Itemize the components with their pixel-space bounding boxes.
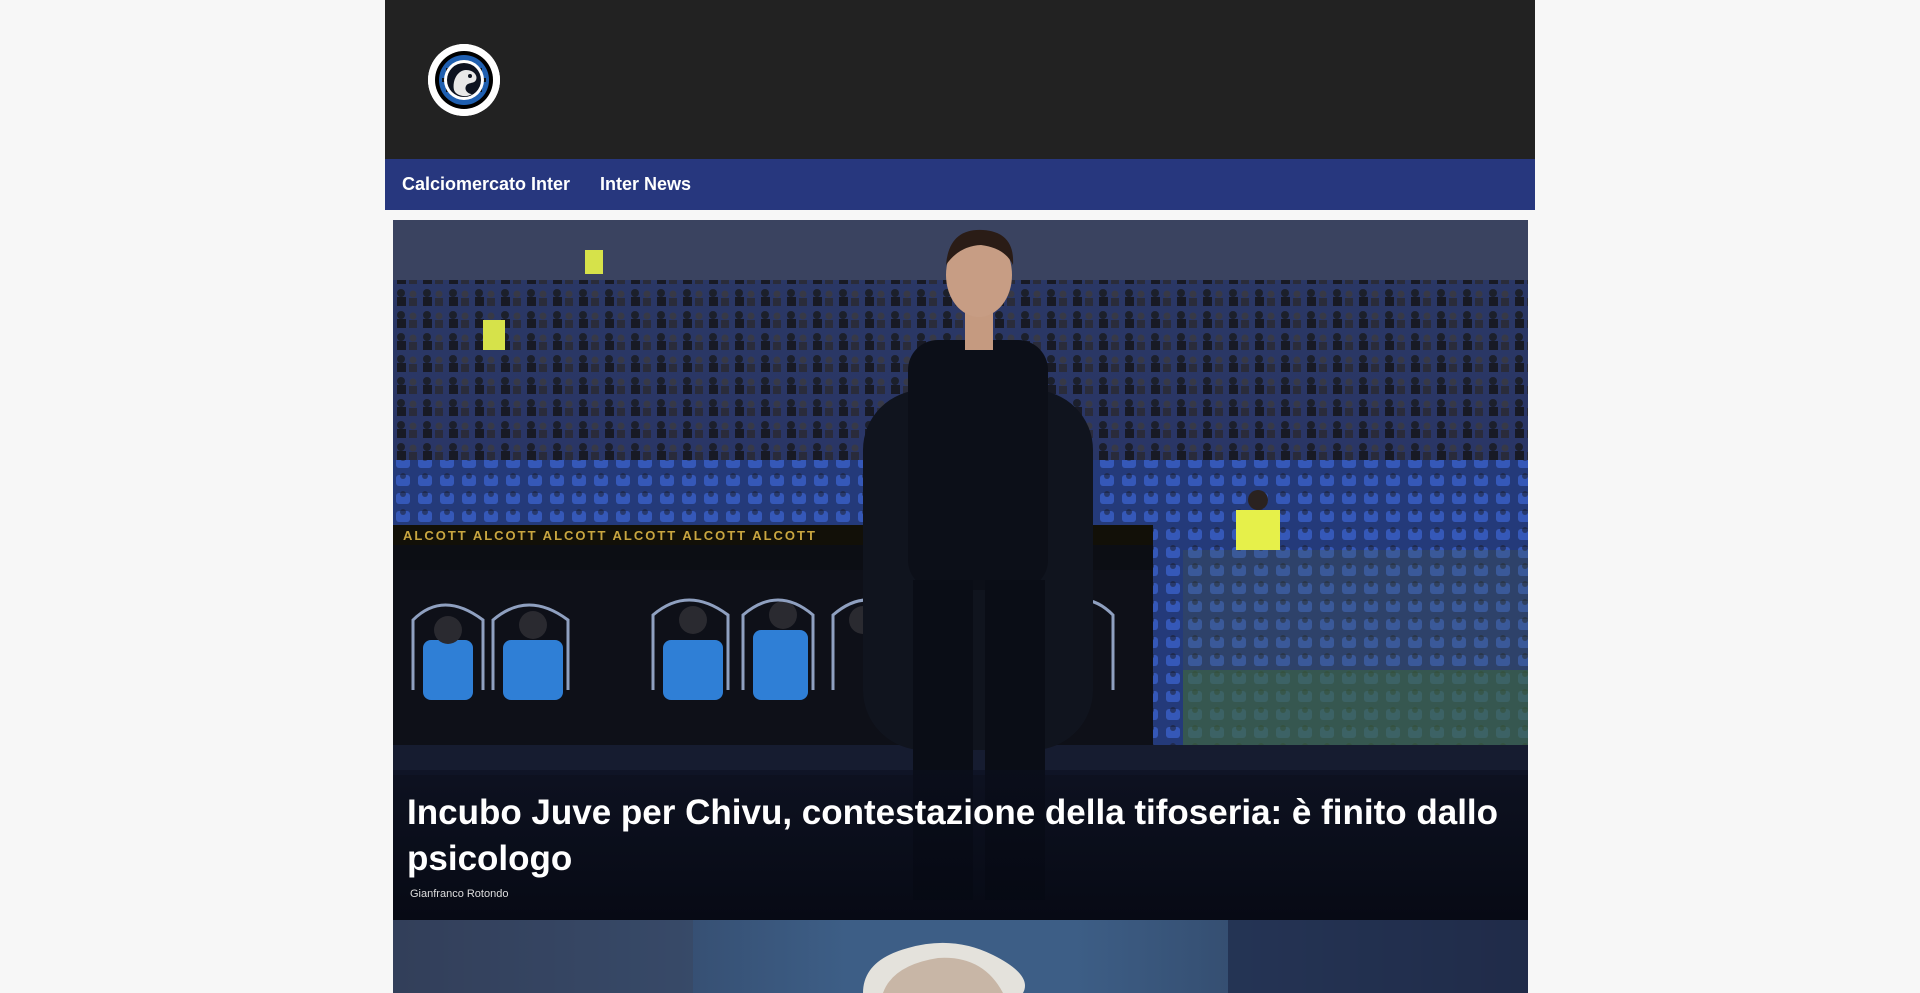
article-caption: Incubo Juve per Chivu, contestazione del… xyxy=(393,770,1528,920)
main-nav: Calciomercato Inter Inter News xyxy=(385,159,1535,210)
nav-item-calciomercato-inter[interactable]: Calciomercato Inter xyxy=(402,159,570,210)
second-article-card[interactable] xyxy=(393,920,1528,993)
site-logo[interactable] xyxy=(428,44,500,116)
inter-biscione-logo-icon xyxy=(428,44,500,116)
svg-text:ALCOTT ALCOTT ALCOTT ALCOTT AL: ALCOTT ALCOTT ALCOTT ALCOTT ALCOTT ALCOT… xyxy=(403,528,817,543)
article-title[interactable]: Incubo Juve per Chivu, contestazione del… xyxy=(407,790,1507,882)
article-author: Gianfranco Rotondo xyxy=(410,888,509,900)
featured-article-card[interactable]: ALCOTT ALCOTT ALCOTT ALCOTT ALCOTT ALCOT… xyxy=(393,220,1528,920)
nav-item-inter-news[interactable]: Inter News xyxy=(600,159,691,210)
site-header xyxy=(385,0,1535,159)
white-haired-man-photo xyxy=(393,920,1528,993)
site-container: Calciomercato Inter Inter News ALCOTT AL… xyxy=(385,0,1535,993)
